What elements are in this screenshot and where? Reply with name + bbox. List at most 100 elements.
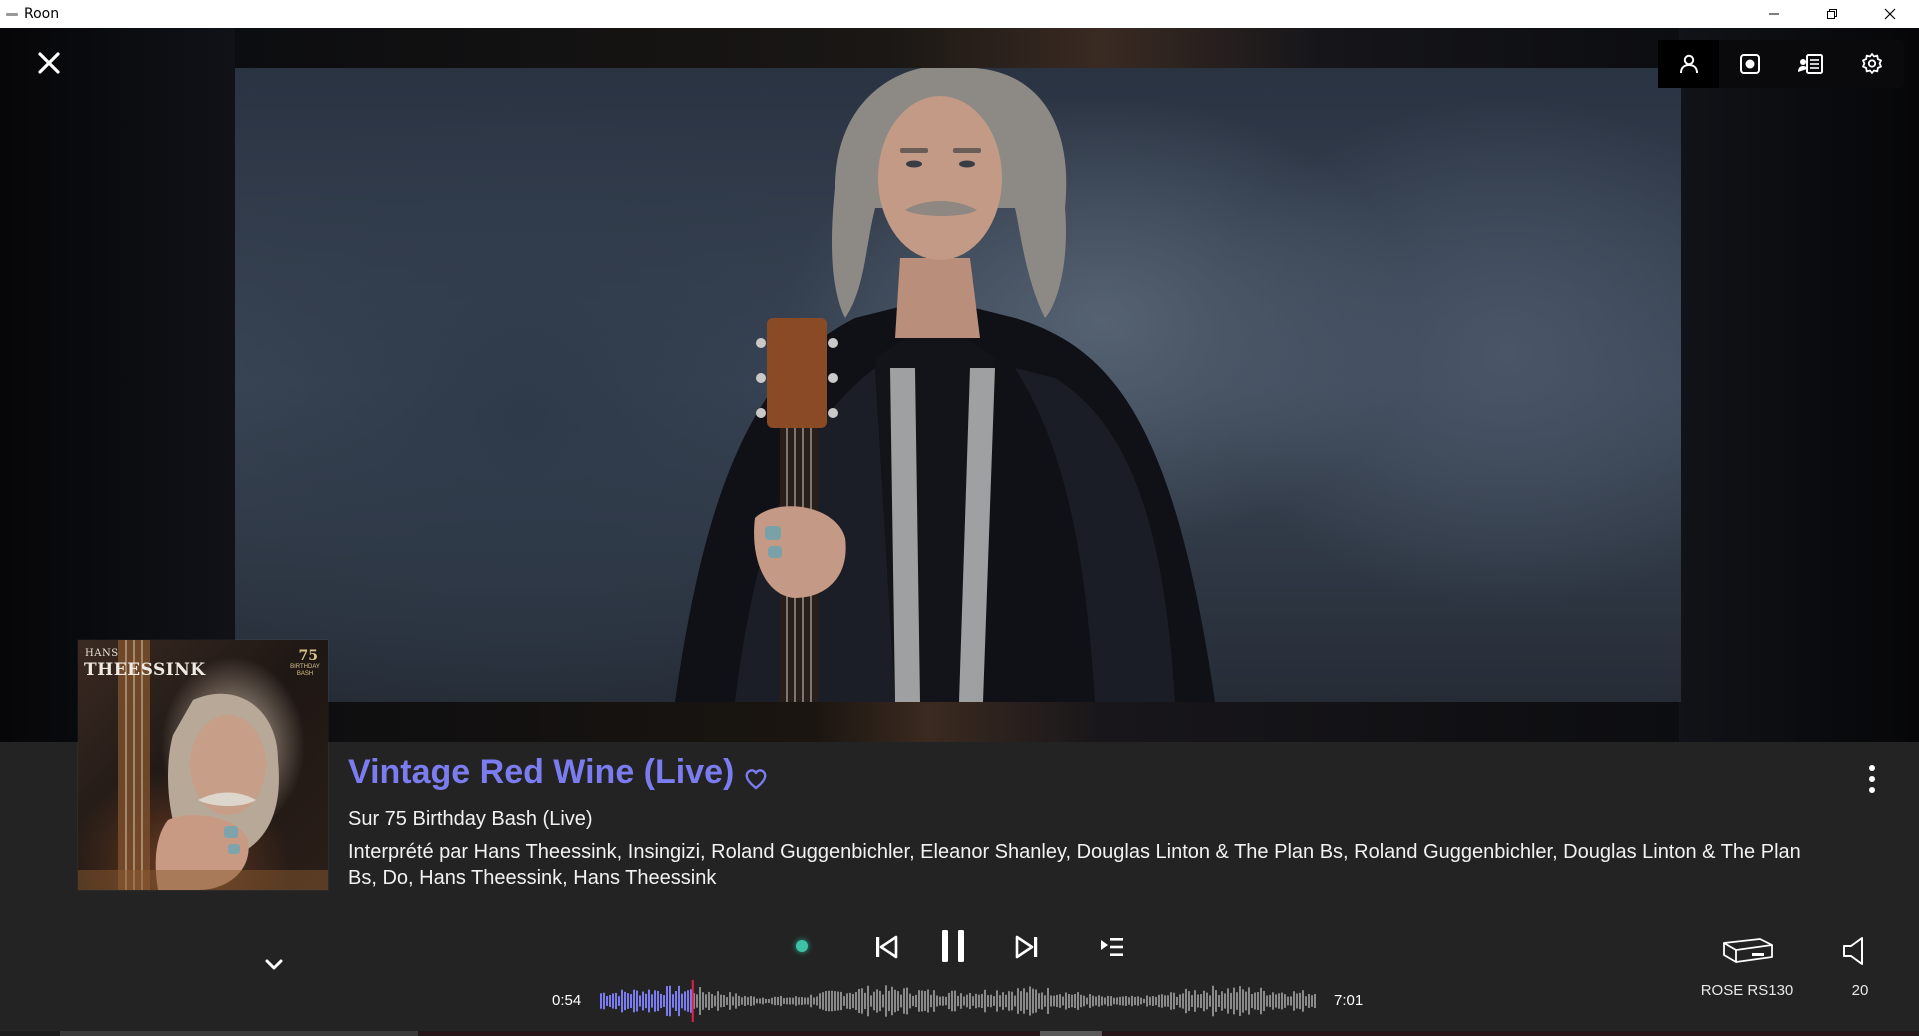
album-cover-surname: THEESSINK — [84, 660, 206, 680]
next-track-button[interactable] — [1013, 933, 1041, 961]
waveform-bar — [621, 989, 623, 1013]
bottom-edge-segment — [418, 1032, 1918, 1035]
waveform-bar — [1161, 994, 1163, 1008]
waveform-bar — [867, 985, 869, 1017]
waveform-bar — [1128, 997, 1130, 1005]
performers-credit[interactable]: Interprété par Hans Theessink, Insingizi… — [348, 839, 1818, 891]
waveform-bar — [1248, 987, 1250, 1015]
waveform-bar — [861, 988, 863, 1014]
waveform-bar — [618, 996, 620, 1006]
waveform-bar — [942, 996, 944, 1006]
waveform-bar — [1086, 997, 1088, 1005]
waveform-bar — [1038, 993, 1040, 1009]
waveform-bar — [798, 997, 800, 1005]
waveform-bar — [642, 991, 644, 1011]
waveform-bar — [657, 990, 659, 1012]
waveform-bar — [1239, 986, 1241, 1016]
play-pause-button[interactable] — [938, 927, 968, 965]
waveform-bar — [945, 996, 947, 1006]
waveform-bar — [1314, 993, 1316, 1009]
waveform-bar — [705, 994, 707, 1008]
waveform-bar — [1035, 989, 1037, 1013]
album-cover[interactable]: HANS THEESSINK 75 BIRTHDAY BASH — [78, 640, 328, 890]
waveform-bar — [1218, 995, 1220, 1007]
queue-button[interactable] — [1099, 935, 1125, 959]
album-name[interactable]: Sur 75 Birthday Bash (Live) — [348, 808, 593, 831]
waveform-bar — [1296, 993, 1298, 1009]
volume-button[interactable] — [1840, 934, 1870, 968]
restore-button[interactable] — [1803, 0, 1861, 28]
playhead-marker[interactable] — [691, 980, 694, 1022]
waveform-bar — [687, 990, 689, 1012]
bottom-edge-segment — [60, 1031, 418, 1036]
close-icon — [1884, 8, 1896, 20]
waveform-bar — [975, 993, 977, 1009]
waveform-bar — [807, 997, 809, 1005]
album-cover-first-name: HANS — [85, 648, 119, 659]
waveform-bar — [1215, 990, 1217, 1012]
waveform-bar — [624, 991, 626, 1011]
waveform-bar — [813, 997, 815, 1005]
track-title[interactable]: Vintage Red Wine (Live) — [348, 753, 734, 792]
waveform-bar — [933, 990, 935, 1012]
waveform-bar — [762, 997, 764, 1005]
waveform-bar — [648, 989, 650, 1013]
waveform-bar — [1095, 996, 1097, 1006]
waveform-bar — [1230, 992, 1232, 1010]
waveform-bar — [1305, 996, 1307, 1006]
app-icon — [6, 12, 18, 16]
output-device-name: ROSE RS130 — [1700, 982, 1794, 999]
waveform-bar — [810, 994, 812, 1008]
waveform-bar — [1254, 992, 1256, 1010]
heart-icon — [745, 769, 767, 790]
waveform-bar — [1188, 991, 1190, 1011]
waveform-bar — [735, 993, 737, 1009]
more-options-button[interactable] — [1860, 762, 1884, 796]
output-device-button[interactable] — [1716, 935, 1778, 967]
waveform-bar — [696, 994, 698, 1008]
window-close-button[interactable] — [1861, 0, 1919, 28]
waveform-bar — [903, 988, 905, 1014]
collapse-button[interactable] — [262, 952, 286, 976]
waveform-bar — [927, 989, 929, 1013]
waveform-bar — [1224, 993, 1226, 1009]
waveform-bar — [1293, 991, 1295, 1011]
waveform-bar — [639, 995, 641, 1007]
seek-waveform[interactable] — [600, 980, 1317, 1022]
waveform-bar — [726, 997, 728, 1005]
waveform-bar — [894, 989, 896, 1013]
waveform-bar — [855, 992, 857, 1010]
close-now-playing-button[interactable] — [32, 46, 66, 80]
waveform-bar — [732, 996, 734, 1006]
waveform-bar — [1089, 994, 1091, 1008]
waveform-bar — [930, 994, 932, 1008]
artist-view-button[interactable] — [1658, 40, 1719, 88]
waveform-bar — [1134, 996, 1136, 1006]
waveform-bar — [864, 992, 866, 1010]
waveform-bar — [702, 992, 704, 1010]
waveform-bar — [636, 990, 638, 1012]
waveform-bar — [720, 994, 722, 1008]
waveform-bar — [1263, 990, 1265, 1012]
previous-track-button[interactable] — [872, 933, 900, 961]
waveform-bar — [987, 995, 989, 1007]
waveform-bar — [981, 994, 983, 1008]
waveform-bar — [1032, 988, 1034, 1014]
minimize-button[interactable] — [1745, 0, 1803, 28]
bottom-edge-bar — [0, 1031, 1919, 1036]
album-view-button[interactable] — [1719, 40, 1780, 88]
lyrics-view-button[interactable] — [1780, 40, 1841, 88]
waveform-bar — [1074, 993, 1076, 1009]
favorite-button[interactable] — [743, 766, 769, 792]
waveform-bar — [777, 996, 779, 1006]
zone-status-indicator — [796, 940, 808, 952]
waveform-bar — [909, 993, 911, 1009]
person-icon — [1679, 54, 1698, 74]
waveform-bar — [1041, 992, 1043, 1010]
waveform-bar — [1071, 994, 1073, 1008]
waveform-bar — [1014, 995, 1016, 1007]
settings-button[interactable] — [1841, 40, 1902, 88]
waveform-bar — [723, 995, 725, 1007]
waveform-bar — [768, 998, 770, 1004]
waveform-bar — [1122, 996, 1124, 1006]
